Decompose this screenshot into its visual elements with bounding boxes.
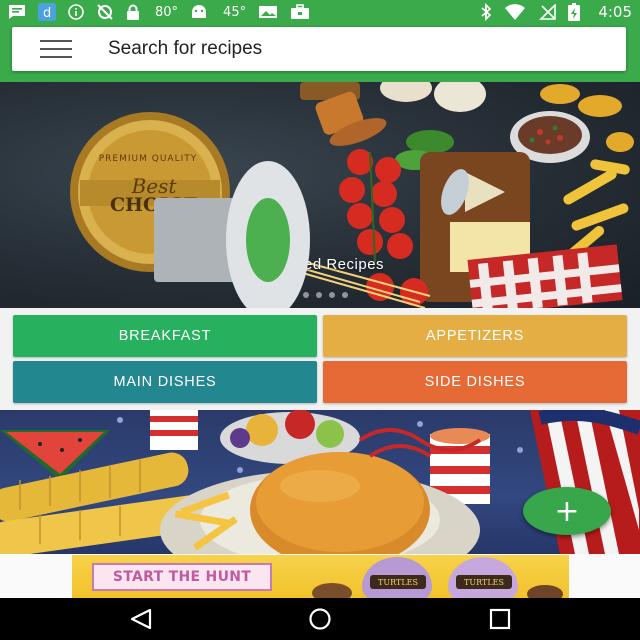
lock-icon	[126, 4, 140, 20]
svg-text:d: d	[43, 6, 51, 21]
egg-brand-label: TURTLES	[456, 575, 512, 589]
briefcase-icon	[290, 4, 310, 20]
pecan-image	[312, 583, 352, 598]
carousel-dot[interactable]	[329, 292, 335, 298]
battery-charging-icon	[568, 3, 581, 21]
speaker-icon[interactable]	[150, 160, 310, 320]
status-bar: d 80° 45° 4:05	[0, 0, 640, 24]
status-time: 4:05	[598, 3, 632, 21]
featured-recipes-carousel[interactable]: PREMIUM QUALITY Best CHOICE ked Recipes	[0, 82, 640, 308]
no-signal-icon	[538, 4, 557, 20]
side-dishes-button[interactable]: SIDE DISHES	[323, 361, 627, 403]
home-circle-icon[interactable]	[306, 608, 334, 635]
android-icon	[190, 4, 208, 20]
pecan-image	[527, 585, 563, 598]
main-dishes-button[interactable]: MAIN DISHES	[13, 361, 317, 403]
egg-brand-label: TURTLES	[370, 575, 426, 589]
photo-icon	[258, 4, 278, 20]
picnic-food-illustration	[0, 410, 640, 554]
no-sync-icon	[96, 3, 114, 21]
temperature-reading-2: 45°	[223, 4, 247, 20]
hamburger-menu-icon[interactable]	[40, 40, 72, 58]
message-icon	[8, 4, 26, 20]
app-screen: d 80° 45° 4:05 Search for recipes PREMIU…	[0, 0, 640, 640]
featured-recipe-image[interactable]	[0, 410, 640, 554]
add-recipe-fab[interactable]: +	[523, 487, 611, 535]
ad-banner[interactable]: START THE HUNT TURTLES TURTLES	[72, 555, 569, 598]
bluetooth-icon	[480, 3, 492, 21]
ad-cta-button[interactable]: START THE HUNT	[92, 563, 272, 591]
breakfast-button[interactable]: BREAKFAST	[13, 315, 317, 357]
search-bar[interactable]: Search for recipes	[12, 27, 626, 71]
carousel-dot[interactable]	[342, 292, 348, 298]
search-input[interactable]: Search for recipes	[108, 38, 262, 60]
carousel-dot[interactable]	[316, 292, 322, 298]
info-icon	[68, 4, 84, 20]
d-app-icon: d	[38, 3, 56, 21]
ad-container: START THE HUNT TURTLES TURTLES	[0, 554, 640, 598]
app-bar: Search for recipes	[0, 24, 640, 82]
recents-square-icon[interactable]	[488, 608, 512, 635]
temperature-reading-1: 80°	[155, 4, 179, 20]
wifi-icon	[504, 4, 526, 20]
system-navigation-bar	[0, 598, 640, 640]
back-triangle-icon[interactable]	[128, 608, 154, 635]
category-grid: BREAKFAST APPETIZERS MAIN DISHES SIDE DI…	[0, 308, 640, 410]
hero-food-illustration	[70, 82, 634, 308]
appetizers-button[interactable]: APPETIZERS	[323, 315, 627, 357]
add-icon: +	[554, 493, 580, 529]
